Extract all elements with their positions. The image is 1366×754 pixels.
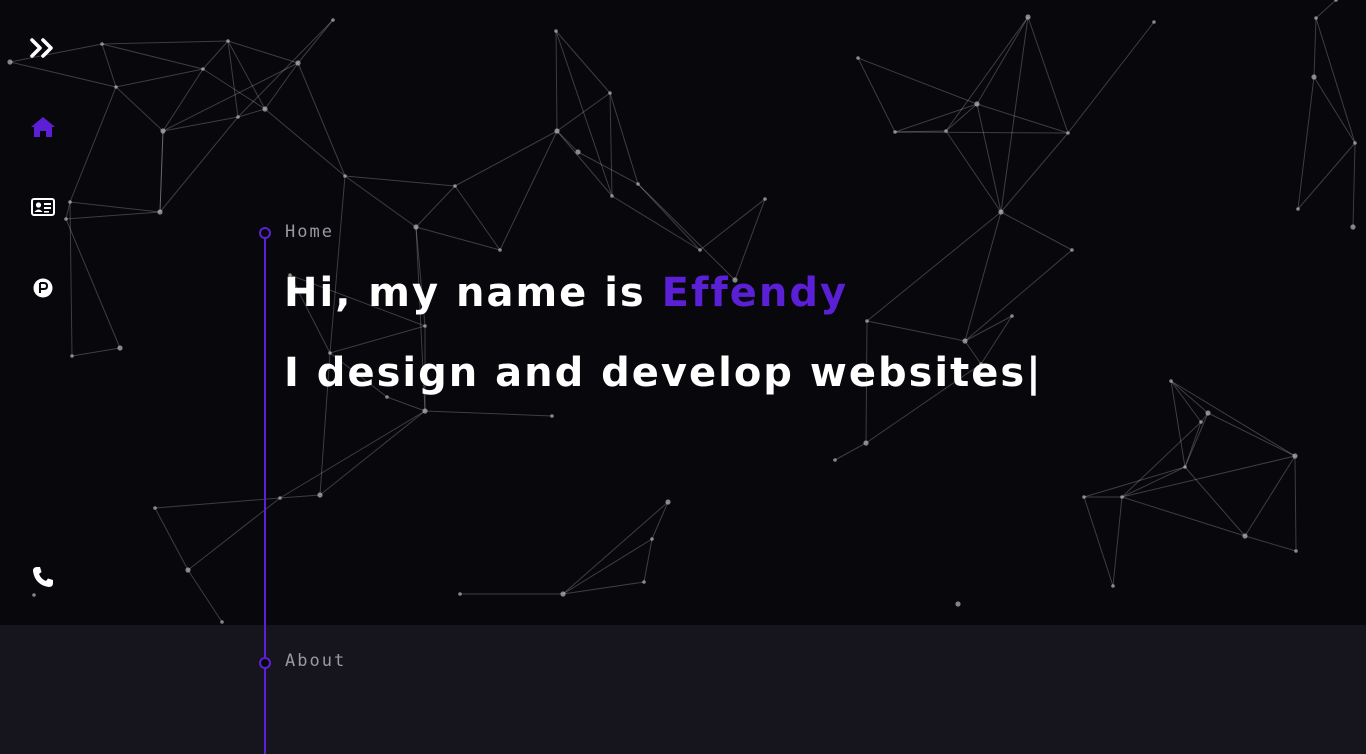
greeting-prefix: Hi, my name is (284, 270, 662, 316)
timeline-dot-home (259, 227, 271, 239)
id-card-icon (31, 198, 55, 216)
sidebar-item-home[interactable] (27, 111, 59, 143)
double-chevron-right-icon (30, 38, 53, 58)
about-section (0, 625, 1366, 754)
about-section-label: About (285, 651, 347, 671)
phone-icon (33, 567, 53, 587)
sidebar-toggle-button[interactable] (27, 32, 59, 64)
timeline-line (264, 238, 266, 754)
hero-greeting: Hi, my name is Effendy (284, 270, 848, 316)
timeline-dot-about (259, 657, 271, 669)
hero-section: Home Hi, my name is Effendy I design and… (0, 0, 1366, 625)
home-icon (31, 117, 55, 137)
hero-tagline: I design and develop websites| (284, 350, 1043, 396)
home-section-label: Home (285, 222, 334, 242)
sidebar (0, 0, 84, 754)
hero-name: Effendy (661, 270, 849, 316)
sidebar-item-about[interactable] (27, 191, 59, 223)
sidebar-item-portfolio[interactable] (27, 272, 59, 304)
p-circle-icon (33, 278, 53, 298)
page: Home Hi, my name is Effendy I design and… (0, 0, 1366, 754)
sidebar-item-contact[interactable] (27, 561, 59, 593)
